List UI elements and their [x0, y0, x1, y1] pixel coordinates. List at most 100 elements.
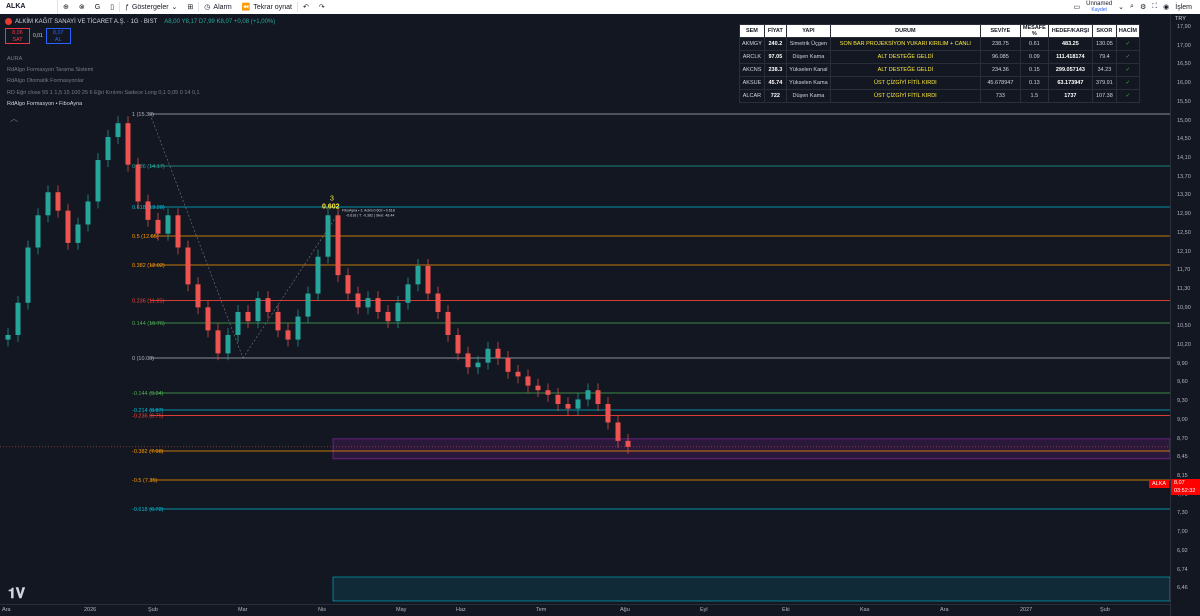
table-cell: 0.61 [1019, 37, 1049, 51]
ohlc-values: A8,00 Y8,17 D7,99 K8,07 +0,08 (+1,00%) [164, 18, 276, 25]
pivot-label: 3 [330, 196, 334, 203]
candle-body [15, 302, 21, 335]
candle-body [595, 390, 601, 405]
candle-body [205, 307, 211, 331]
candle-body [315, 256, 321, 294]
sell-button[interactable]: 8,06 SAT [5, 28, 30, 44]
table-row[interactable]: AKCNS 238.3 Yükselen Kanal ALT DESTEĞE GELD… [739, 63, 1140, 77]
table-body: AKMGY 240.2 Simetrik Üçgen SON BAR PROJEKSİ… [739, 37, 1140, 103]
price-tick: 7,00 [1177, 529, 1188, 536]
collapse-legend-button[interactable]: ︿ [10, 113, 18, 124]
time-tick: May [396, 607, 407, 613]
trade-button[interactable]: İşlem [1175, 4, 1192, 11]
indicators-button[interactable]: ƒ Göstergeler ⌄ [120, 0, 182, 14]
indicator-aura[interactable]: AURA [7, 56, 22, 62]
price-tick: 15,50 [1177, 98, 1191, 105]
table-cell: 111.418174 [1047, 50, 1093, 64]
table-cell: 0.09 [1019, 50, 1049, 64]
candle-body [445, 311, 451, 335]
table-cell: 234.36 [979, 63, 1021, 77]
price-axis[interactable]: TRY 17,90 17,00 16,50 16,00 15,50 15,00 14,50 1… [1149, 14, 1200, 616]
candle-body [45, 192, 51, 216]
price-tick: 8,70 [1177, 435, 1188, 442]
alarm-button[interactable]: ◷ Alarm [199, 0, 236, 14]
candle-body [485, 348, 491, 363]
price-tick: 10,90 [1177, 304, 1191, 311]
table-row[interactable]: AKMGY 240.2 Simetrik Üçgen SON BAR PROJEKSİ… [739, 37, 1140, 51]
camera-icon[interactable]: ◉ [1163, 3, 1169, 11]
candle-body [195, 284, 201, 308]
table-cell: 483.25 [1047, 37, 1093, 51]
buy-button[interactable]: 8,07 AL [45, 28, 71, 44]
redo-icon: ↷ [318, 4, 325, 11]
table-row[interactable]: ARCLK 97.05 Düşen Kama ALT DESTEĞE GELDİ 96.… [739, 50, 1140, 64]
price-tick: 16,00 [1177, 80, 1191, 87]
compare-icon: ⊗ [78, 4, 85, 11]
table-header-cell: MESAFE % [1019, 24, 1049, 38]
layouts-button[interactable]: ⊞ [182, 0, 198, 14]
symbol-logo-icon [5, 18, 12, 25]
chevron-down-icon[interactable]: ⌄ [1118, 3, 1124, 11]
table-row[interactable]: AKSUE 45.74 Yükselen Kama ÜST ÇİZGİYİ FİTİL… [739, 76, 1140, 90]
candle-body [325, 215, 331, 257]
fibo-info-line2: -0.618 | T: -0.382 | Skor: 48.44 [346, 214, 394, 218]
fullscreen-icon[interactable]: ⛶ [1152, 3, 1157, 11]
quick-trade: 8,06 SAT 0,01 8,07 AL [5, 28, 275, 44]
fib-level-label: -0.382 (7.98) [132, 449, 164, 455]
candle-body [455, 334, 461, 354]
candle-body [55, 192, 61, 211]
chart-type-button[interactable]: ▯ [105, 0, 119, 14]
indicator-tarama[interactable]: RdAlgo Formasyon Tarama Sistemi [7, 67, 93, 73]
replay-button[interactable]: ⏪ Tekrar oynat [237, 0, 297, 14]
table-cell: 79.4 [1091, 50, 1117, 64]
table-row[interactable]: ALCAR 722 Düşen Kama ÜST ÇİZGİYİ FİTİL KIRD… [739, 89, 1140, 103]
table-cell: 733 [979, 89, 1021, 103]
time-tick: Nis [318, 607, 326, 613]
time-tick: Eki [782, 607, 790, 613]
price-tick: 10,50 [1177, 323, 1191, 330]
symbol-search[interactable]: ALKA [0, 0, 58, 14]
indicator-fiboayna[interactable]: RdAlgo Formasyon • FiboAyna [7, 101, 82, 107]
candle-body [525, 376, 531, 386]
search-icon[interactable]: ⌕ [1130, 3, 1134, 11]
candle-body [465, 353, 471, 368]
table-header-cell: HEDEF/KARŞI [1047, 24, 1093, 38]
interval-button[interactable]: G [90, 0, 105, 14]
zigzag-line [242, 210, 341, 359]
currency-label[interactable]: TRY [1175, 16, 1186, 22]
price-tick: 14,10 [1177, 154, 1191, 161]
candle-body [345, 275, 351, 294]
indicators-label: Göstergeler [131, 3, 169, 11]
candle-body [285, 330, 291, 340]
compare-button[interactable]: ⊗ [74, 0, 90, 14]
settings-icon[interactable]: ⚙ [1140, 3, 1146, 11]
indicators-icon: ƒ [125, 3, 129, 11]
price-tick: 12,50 [1177, 229, 1191, 236]
table-cell: 97.05 [763, 50, 787, 64]
redo-button[interactable]: ↷ [314, 0, 330, 14]
time-axis[interactable]: Ara 2026 Şub Mar Nis May Haz Tem Ağu Eyl Eki Kas Ara… [0, 604, 1170, 616]
price-tick: 9,00 [1177, 416, 1188, 423]
fib-level-label: 0.236 (11.25) [132, 298, 164, 304]
candle-body [555, 394, 561, 405]
add-symbol-button[interactable]: ⊕ [58, 0, 74, 14]
price-tick: 12,90 [1177, 211, 1191, 218]
candle-body [105, 137, 111, 161]
price-tick: 17,90 [1177, 24, 1191, 30]
table-cell: 130.05 [1091, 37, 1117, 51]
layout-toggle-icon[interactable]: ▭ [1074, 3, 1081, 11]
account-menu[interactable]: Unnamed Kaydet [1086, 1, 1112, 13]
buy-label: AL [54, 37, 62, 43]
indicator-otomatik[interactable]: RdAlgo Otomatik Formasyonlar [7, 78, 84, 84]
fib-level-label: 1 (15.30) [132, 112, 154, 118]
table-cell: 0.15 [1019, 63, 1049, 77]
candle-body [305, 293, 311, 317]
table-header-cell: HACİM [1115, 24, 1140, 38]
indicator-egri[interactable]: RD Eğri close 55 1 1,5 15 100 25 6 Eğri … [7, 90, 200, 96]
candle-body [545, 390, 551, 395]
price-tick: 16,50 [1177, 61, 1191, 68]
candle-body [535, 385, 541, 391]
candle-body [565, 404, 571, 409]
candle-body [255, 298, 261, 322]
undo-button[interactable]: ↶ [298, 0, 314, 14]
